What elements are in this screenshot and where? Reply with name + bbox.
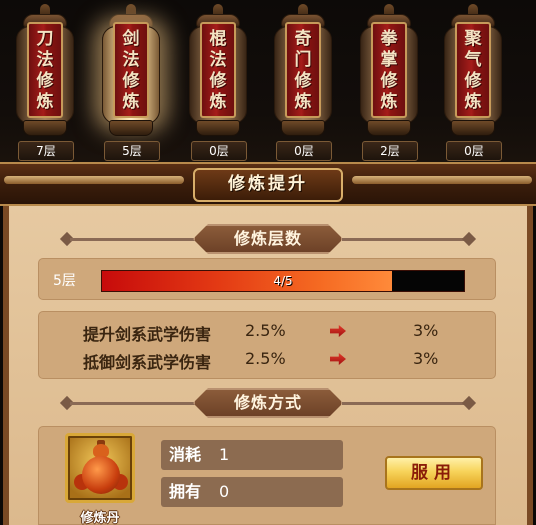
- stat-next-value: 3%: [413, 349, 439, 368]
- lantern-qi-men[interactable]: 奇 门 修 炼 0层: [268, 0, 338, 162]
- stat-current-value: 2.5%: [245, 321, 286, 340]
- lantern-gun-fa[interactable]: 棍 法 修 炼 0层: [183, 0, 253, 162]
- stat-next-value: 3%: [413, 321, 439, 340]
- lantern-char: 拳: [380, 28, 398, 49]
- level-progress-text: 4/5: [273, 274, 293, 288]
- lantern-char: 修: [209, 70, 227, 91]
- stat-row: 提升剑系武学伤害 2.5% 3%: [39, 318, 495, 344]
- lantern-shelf: 刀 法 修 炼 7层 剑 法 修 炼 5层 棍 法 修 炼 0层 奇 门 修 炼…: [0, 0, 536, 162]
- page-title: 修炼提升: [193, 168, 343, 202]
- lantern-scroll: 棍 法 修 炼: [200, 22, 236, 118]
- divider-left: [70, 402, 200, 405]
- level-progress-row: 5层 4/5: [38, 258, 496, 300]
- cost-label: 消耗: [169, 445, 202, 464]
- section-title-level: 修炼层数: [193, 224, 343, 254]
- lantern-char: 修: [294, 70, 312, 91]
- owned-value: 0: [219, 482, 230, 501]
- title-rail-left: [4, 176, 184, 184]
- lantern-base: [23, 120, 67, 136]
- lantern-char: 棍: [209, 28, 227, 49]
- lantern-char: 修: [122, 70, 140, 91]
- lantern-level-label: 7层: [18, 141, 74, 161]
- lantern-char: 炼: [122, 91, 140, 112]
- arrow-right-icon: [330, 325, 346, 337]
- lantern-base: [367, 120, 411, 136]
- lantern-char: 修: [464, 70, 482, 91]
- lantern-char: 奇: [294, 28, 312, 49]
- level-progress-bar: 4/5: [101, 270, 465, 292]
- lantern-scroll: 剑 法 修 炼: [113, 22, 149, 118]
- lantern-level-label: 2层: [362, 141, 418, 161]
- divider-right: [342, 402, 466, 405]
- section-title-method: 修炼方式: [193, 388, 343, 418]
- lantern-char: 掌: [380, 49, 398, 70]
- lantern-char: 炼: [464, 91, 482, 112]
- lantern-char: 法: [122, 49, 140, 70]
- title-rail-right: [352, 176, 532, 184]
- divider-right: [342, 238, 466, 241]
- cost-box: 消耗 1: [161, 440, 343, 470]
- owned-label: 拥有: [169, 482, 202, 501]
- stat-current-value: 2.5%: [245, 349, 286, 368]
- lantern-level-label: 5层: [104, 141, 160, 161]
- lantern-char: 炼: [294, 91, 312, 112]
- stat-row: 抵御剑系武学伤害 2.5% 3%: [39, 346, 495, 372]
- divider-left: [70, 238, 200, 241]
- lantern-dao-fa[interactable]: 刀 法 修 炼 7层: [10, 0, 80, 162]
- current-level-label: 5层: [53, 273, 76, 289]
- arrow-right-icon: [330, 353, 346, 365]
- lantern-scroll: 聚 气 修 炼: [455, 22, 491, 118]
- lantern-char: 刀: [36, 28, 54, 49]
- use-button[interactable]: 服用: [385, 456, 483, 490]
- owned-box: 拥有 0: [161, 477, 343, 507]
- lantern-char: 修: [36, 70, 54, 91]
- gourd-pill-icon[interactable]: [65, 433, 135, 503]
- lantern-char: 气: [464, 49, 482, 70]
- lantern-jian-fa[interactable]: 剑 法 修 炼 5层: [96, 0, 166, 162]
- lantern-char: 聚: [464, 28, 482, 49]
- lantern-scroll: 拳 掌 修 炼: [371, 22, 407, 118]
- cost-value: 1: [219, 445, 230, 464]
- lantern-char: 炼: [36, 91, 54, 112]
- lantern-base: [451, 120, 495, 136]
- title-bar: 修炼提升: [0, 162, 536, 206]
- lantern-ju-qi[interactable]: 聚 气 修 炼 0层: [438, 0, 508, 162]
- lantern-char: 剑: [122, 28, 140, 49]
- stat-list: 提升剑系武学伤害 2.5% 3% 抵御剑系武学伤害 2.5% 3%: [38, 311, 496, 379]
- lantern-char: 法: [209, 49, 227, 70]
- lantern-char: 炼: [209, 91, 227, 112]
- lantern-level-label: 0层: [446, 141, 502, 161]
- stat-name: 抵御剑系武学伤害: [83, 353, 212, 372]
- lantern-base: [196, 120, 240, 136]
- lantern-quan-zhang[interactable]: 拳 掌 修 炼 2层: [354, 0, 424, 162]
- lantern-base: [281, 120, 325, 136]
- lantern-char: 法: [36, 49, 54, 70]
- stat-name: 提升剑系武学伤害: [83, 325, 212, 344]
- lantern-level-label: 0层: [191, 141, 247, 161]
- lantern-char: 门: [294, 49, 312, 70]
- lantern-char: 修: [380, 70, 398, 91]
- lantern-base: [109, 120, 153, 136]
- lantern-char: 炼: [380, 91, 398, 112]
- gourd-body: [82, 456, 120, 494]
- lantern-scroll: 刀 法 修 炼: [27, 22, 63, 118]
- item-name: 修炼丹: [80, 511, 120, 525]
- lantern-scroll: 奇 门 修 炼: [285, 22, 321, 118]
- method-box: 修炼丹 消耗 1 拥有 0 服用: [38, 426, 496, 525]
- lantern-level-label: 0层: [276, 141, 332, 161]
